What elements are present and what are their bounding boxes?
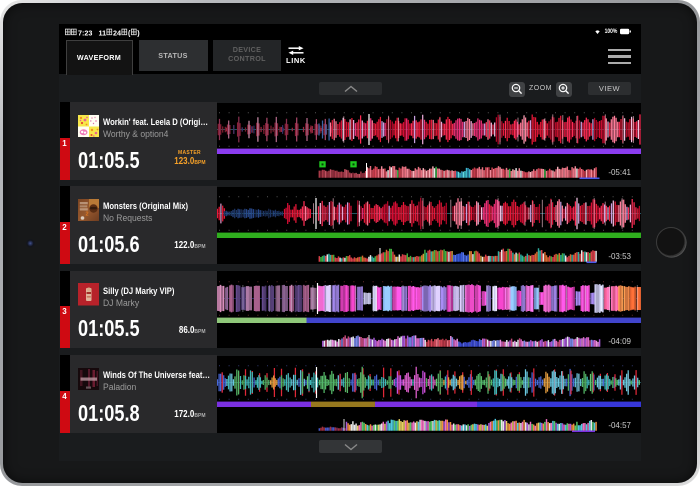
svg-text:11: 11	[99, 28, 107, 37]
svg-text:(: (	[128, 28, 131, 37]
svg-text:7:23: 7:23	[78, 28, 92, 37]
svg-text:-05:41: -05:41	[608, 168, 631, 177]
svg-text:-04:09: -04:09	[608, 337, 631, 346]
svg-text:24: 24	[113, 28, 121, 37]
svg-text:-03:53: -03:53	[608, 253, 631, 262]
svg-text:2: 2	[85, 211, 88, 217]
svg-text:): )	[137, 28, 140, 37]
svg-text:-04:57: -04:57	[608, 421, 631, 430]
